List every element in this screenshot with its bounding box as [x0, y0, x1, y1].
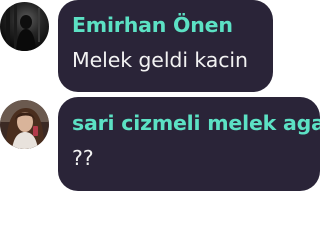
chat-thread: Emirhan Önen Melek geldi kacin sari cizm…	[0, 0, 320, 241]
message-text: ??	[72, 146, 94, 170]
avatar[interactable]	[0, 2, 49, 51]
girl-portrait-avatar-icon	[0, 100, 49, 149]
chat-message: sari cizmeli melek aga ??	[0, 97, 320, 191]
message-bubble: Emirhan Önen Melek geldi kacin	[58, 0, 273, 92]
message-text: Melek geldi kacin	[72, 48, 248, 72]
author-name[interactable]: Emirhan Önen	[72, 13, 233, 37]
dark-figure-avatar-icon	[0, 2, 49, 51]
chat-message: Emirhan Önen Melek geldi kacin	[0, 0, 320, 92]
message-bubble: sari cizmeli melek aga ??	[58, 97, 320, 191]
avatar[interactable]	[0, 100, 49, 149]
author-name[interactable]: sari cizmeli melek aga	[72, 111, 320, 135]
